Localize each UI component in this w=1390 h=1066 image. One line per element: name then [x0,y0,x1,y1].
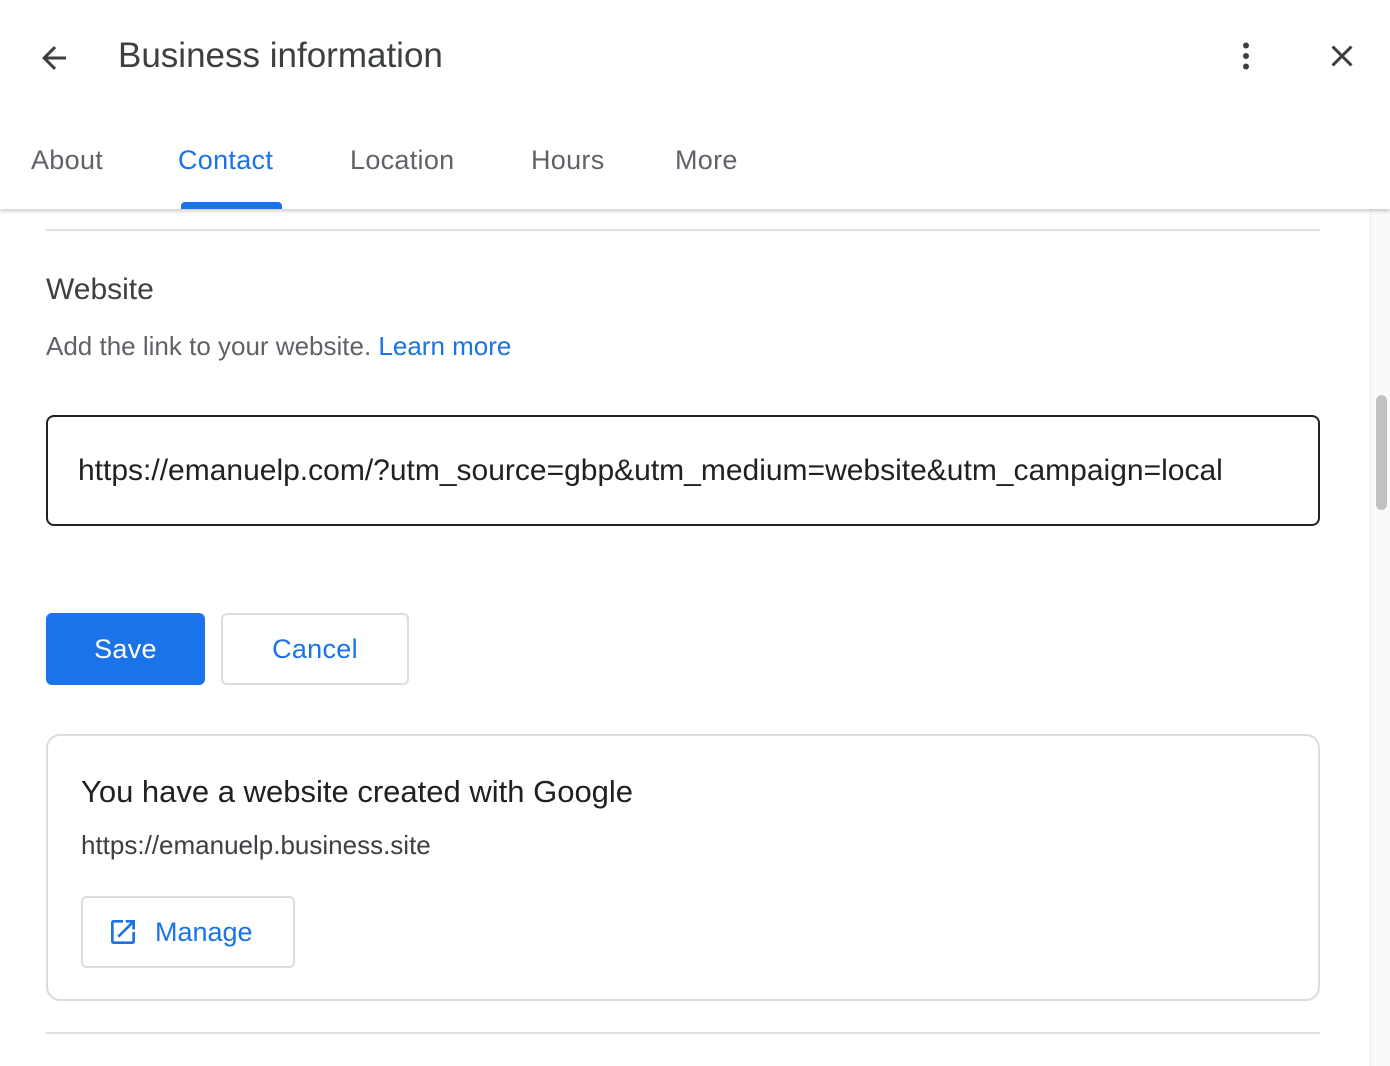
more-options-button[interactable] [1218,28,1274,84]
dialog-content[interactable]: Website Add the link to your website. Le… [0,209,1370,1066]
website-section-title: Website [46,273,154,306]
google-website-card: You have a website created with Google h… [46,734,1320,1001]
manage-label: Manage [155,916,253,947]
open-in-new-icon [111,920,135,944]
page-title: Business information [118,36,443,75]
cancel-button[interactable]: Cancel [221,613,409,685]
tab-about[interactable]: About [31,140,103,209]
section-divider-bottom [46,1032,1320,1034]
arrow-back-icon [42,46,66,70]
tab-more[interactable]: More [675,140,738,209]
tab-location[interactable]: Location [350,140,454,209]
learn-more-link[interactable]: Learn more [378,331,511,361]
more-vert-icon [1243,42,1249,70]
website-url-input[interactable] [46,415,1320,526]
close-icon [1331,45,1353,67]
tab-hours[interactable]: Hours [531,140,605,209]
scrollbar-thumb[interactable] [1376,395,1387,510]
active-tab-indicator [181,202,282,209]
close-button[interactable] [1314,28,1370,84]
section-divider-top [46,229,1320,231]
back-button[interactable] [26,30,82,86]
google-website-title: You have a website created with Google [81,774,634,809]
website-description-text: Add the link to your website. [46,331,372,361]
dialog-header: Business information About Contact Locat… [0,0,1390,209]
scrollbar-track[interactable] [1370,209,1390,1066]
website-description: Add the link to your website. Learn more [46,329,511,363]
tab-contact[interactable]: Contact [178,140,273,209]
google-website-url: https://emanuelp.business.site [81,830,431,860]
manage-button[interactable]: Manage [81,896,295,968]
save-button[interactable]: Save [46,613,205,685]
